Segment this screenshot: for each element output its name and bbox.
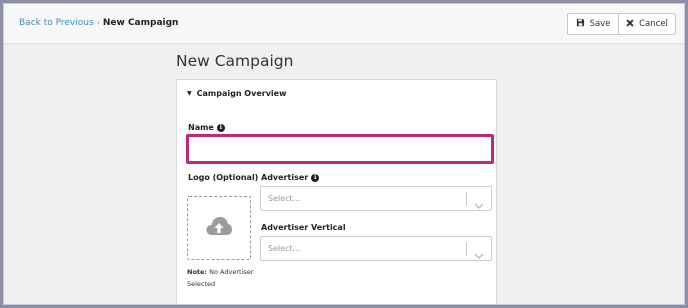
advertiser-vertical-select-placeholder: Select... xyxy=(268,244,301,253)
logo-note: Note: No Advertiser Selected xyxy=(187,266,257,290)
logo-label: Logo (Optional) xyxy=(188,173,259,182)
chevron-down-icon xyxy=(474,245,484,264)
caret-down-icon: ▼ xyxy=(187,90,192,97)
advertiser-select-placeholder: Select... xyxy=(268,194,301,203)
breadcrumb: Back to Previous › New Campaign xyxy=(19,18,178,28)
advertiser-vertical-label: Advertiser Vertical xyxy=(261,223,346,232)
breadcrumb-current: New Campaign xyxy=(102,18,179,28)
select-divider xyxy=(466,242,467,256)
action-button-group: Save Cancel xyxy=(567,13,676,35)
note-label: Note: xyxy=(187,268,208,276)
advertiser-label: Advertiser xyxy=(261,173,309,182)
campaign-overview-toggle[interactable]: ▼ Campaign Overview xyxy=(187,89,286,98)
campaign-overview-card: ▼ Campaign Overview Name i Logo (Optiona… xyxy=(176,79,497,304)
logo-upload-dropzone[interactable] xyxy=(187,196,251,260)
info-icon[interactable]: i xyxy=(311,173,320,182)
floppy-disk-icon xyxy=(576,18,585,30)
page-title: New Campaign xyxy=(176,52,294,70)
info-icon[interactable]: i xyxy=(216,123,225,132)
cloud-upload-icon xyxy=(205,215,233,241)
campaign-name-input[interactable] xyxy=(186,134,494,164)
top-bar: Back to Previous › New Campaign Save Can… xyxy=(4,4,684,44)
name-label-row: Name i xyxy=(188,123,225,132)
cancel-button-label: Cancel xyxy=(639,19,668,29)
chevron-down-icon xyxy=(474,195,484,214)
save-button[interactable]: Save xyxy=(568,14,618,34)
close-icon xyxy=(626,19,634,30)
advertiser-label-row: Advertiser i xyxy=(261,173,320,182)
advertiser-vertical-select[interactable]: Select... xyxy=(260,236,492,261)
app-window: Back to Previous › New Campaign Save Can… xyxy=(3,3,685,305)
name-label: Name xyxy=(188,123,214,132)
back-to-previous-link[interactable]: Back to Previous xyxy=(19,18,94,28)
select-divider xyxy=(466,192,467,206)
section-title: Campaign Overview xyxy=(196,89,287,98)
cancel-button[interactable]: Cancel xyxy=(618,14,675,34)
breadcrumb-separator: › xyxy=(96,18,100,27)
save-button-label: Save xyxy=(589,19,611,29)
advertiser-select[interactable]: Select... xyxy=(260,186,492,211)
